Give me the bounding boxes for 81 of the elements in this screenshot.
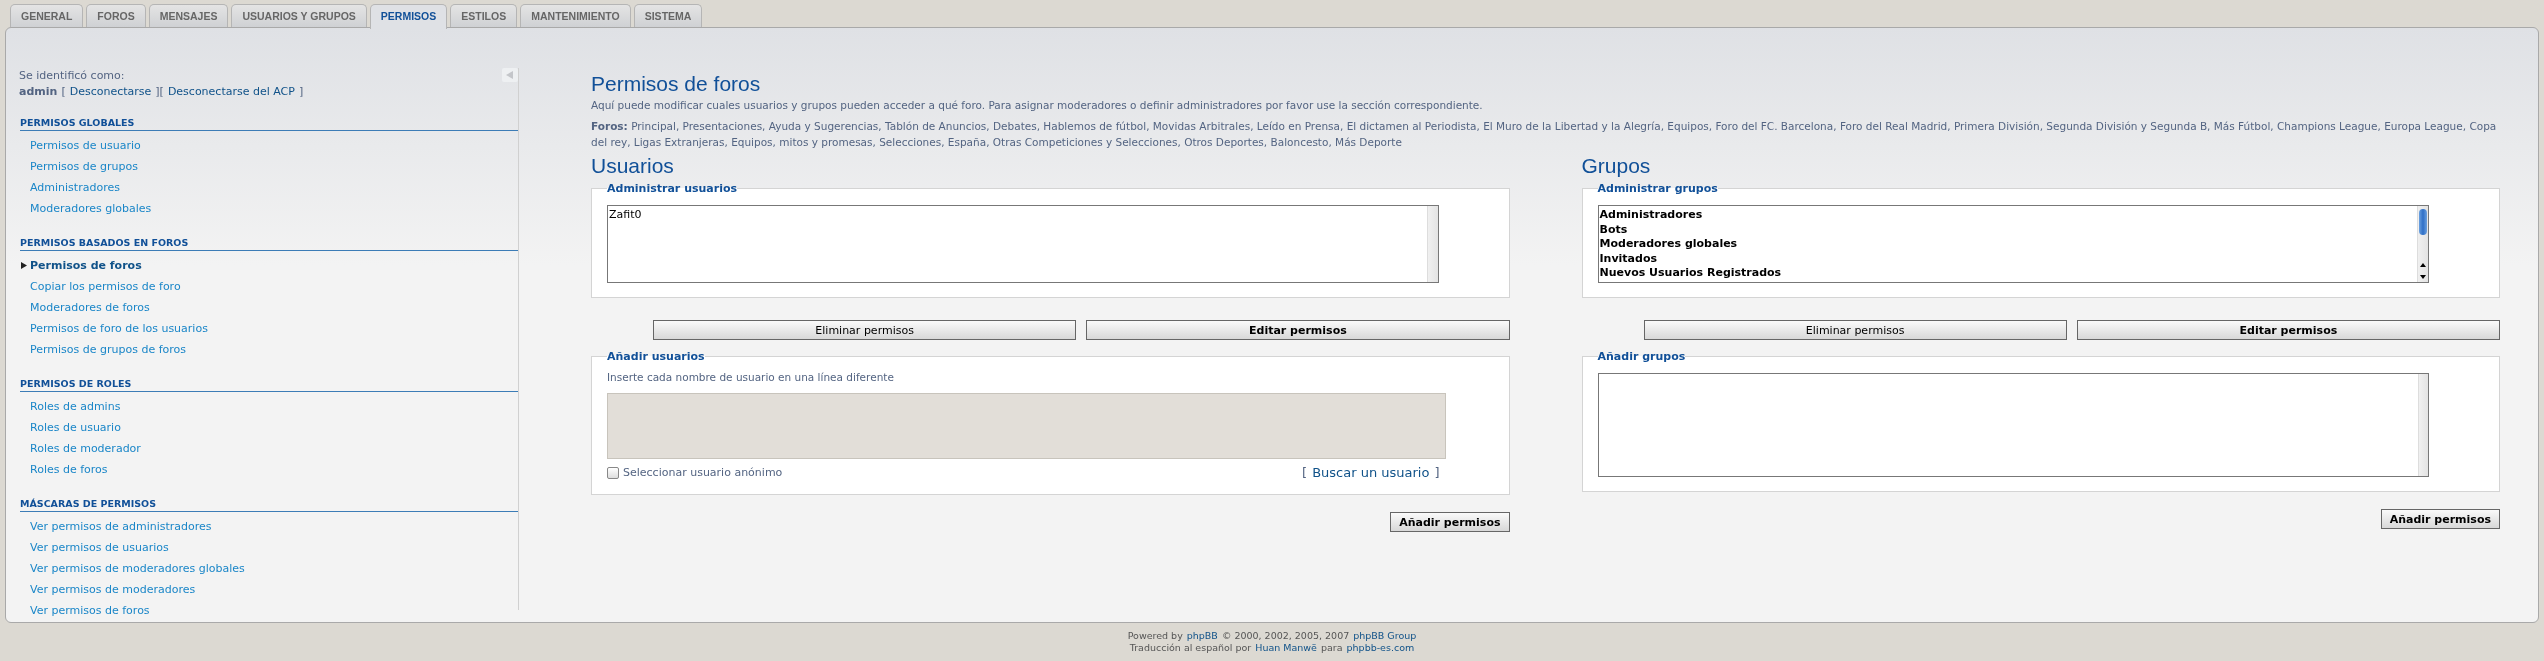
panel-legend: Añadir grupos — [1597, 350, 1686, 363]
scroll-down-icon[interactable] — [2420, 274, 2426, 280]
list-option[interactable]: Invitados — [1599, 251, 2416, 266]
bracket-text: ][ — [155, 84, 164, 99]
list-option[interactable]: Nuevos Usuarios Registrados — [1599, 266, 2416, 281]
menu-section-title: PERMISOS GLOBALES — [20, 117, 518, 131]
list-box[interactable]: Zafit0 — [607, 205, 1439, 283]
list-option[interactable]: Bots — [1599, 222, 2416, 237]
panel-legend: Administrar grupos — [1597, 182, 1718, 195]
forums-list: Foros: Principal, Presentaciones, Ayuda y Sugerencias, Tablón de Anuncios, Debates, Hablemos de fútbol, Movidas Arbitrales, Leído en Prensa, El dictamen al Periodista, El Muro de la Libertad y la Alegría, Equipos, Foro del FC. Barcelona, Foro del Real Madrid, Primera División, Segunda División y Segunda B, Más Fútbol, Champions League, Europa League, Copa del rey, Ligas Extranjeras, Equipos, mitos y promesas, Selecciones, España, Otras Competiciones y Selecciones, Otros Deportes, Baloncesto, Más Deporte — [591, 118, 2500, 150]
bracket-text: ] — [1434, 465, 1440, 480]
find-user-link[interactable]: Buscar un usuario — [1312, 465, 1430, 480]
list-box[interactable]: Administradores Bots Moderadores globales Invitados Nuevos Usuarios Registrados — [1597, 205, 2429, 283]
menu-section-title: MÁSCARAS DE PERMISOS — [20, 498, 518, 512]
remove-permissions-button[interactable]: Eliminar permisos — [1643, 320, 2067, 340]
menu-link[interactable]: Permisos de usuario — [30, 139, 141, 152]
logout-link[interactable]: Desconectarse del ACP — [167, 84, 295, 99]
bracket-text: ] — [298, 84, 304, 99]
menu-link[interactable]: Permisos de foros — [30, 259, 142, 272]
menu-link[interactable]: Permisos de foro de los usuarios — [30, 322, 208, 335]
menu-link[interactable]: Moderadores globales — [30, 202, 152, 215]
page-title: Permisos de foros — [591, 72, 762, 96]
menu-link[interactable]: Ver permisos de moderadores globales — [30, 562, 245, 575]
bracket-text: [ — [1302, 465, 1308, 480]
nav-tab[interactable]: MENSAJES — [148, 4, 229, 27]
page-description: Aquí puede modificar cuales usuarios y grupos pueden acceder a qué foro. Para asignar moderadores o definir administradores por favor use la sección correspondiente. — [591, 98, 1484, 112]
bracket-text: [ — [61, 84, 66, 99]
nav-tab[interactable]: PERMISOS — [369, 4, 448, 29]
footer-link[interactable]: phpBB Group — [1353, 630, 1417, 642]
panel-legend: Administrar usuarios — [607, 182, 738, 195]
footer-link[interactable]: phpbb-es.com — [1346, 642, 1415, 654]
usernames-input[interactable] — [607, 393, 1446, 459]
list-option[interactable]: Zafit0 — [609, 208, 1426, 223]
footer-text: Powered by — [1127, 630, 1183, 642]
scrollbar[interactable] — [1426, 206, 1438, 282]
footer-link[interactable]: phpBB — [1186, 630, 1218, 642]
list-option[interactable]: Administradores — [1599, 208, 2416, 223]
username: admin — [19, 84, 58, 99]
edit-permissions-button[interactable]: Editar permisos — [2076, 320, 2500, 340]
identified-label: Se identificó como: — [18, 68, 125, 84]
logout-link[interactable]: Desconectarse — [69, 84, 152, 99]
arrow-icon — [21, 262, 27, 269]
nav-tab[interactable]: USUARIOS Y GRUPOS — [231, 4, 367, 27]
menu-link[interactable]: Roles de moderador — [30, 442, 141, 455]
footer-link[interactable]: Huan Manwë — [1255, 642, 1317, 654]
menu-link[interactable]: Ver permisos de foros — [30, 604, 150, 617]
nav-tab[interactable]: MANTENIMIENTO — [520, 4, 631, 27]
menu-section-title: PERMISOS DE ROLES — [20, 378, 518, 392]
menu-link[interactable]: Permisos de grupos de foros — [30, 343, 187, 356]
nav-tab[interactable]: FOROS — [86, 4, 146, 27]
list-option[interactable]: Moderadores globales — [1599, 237, 2416, 252]
scroll-up-icon[interactable] — [2420, 262, 2426, 268]
menu-link[interactable]: Administradores — [30, 181, 120, 194]
menu-link[interactable]: Roles de usuario — [30, 421, 121, 434]
menu-link[interactable]: Copiar los permisos de foro — [30, 280, 181, 293]
footer-text: para — [1320, 642, 1343, 654]
section-heading: Grupos — [1581, 154, 1652, 178]
groups-list-box[interactable] — [1597, 373, 2429, 477]
footer-text: Traducción al español por — [1129, 642, 1252, 654]
nav-tab[interactable]: GENERAL — [10, 4, 84, 27]
menu-link[interactable]: Permisos de grupos — [30, 160, 138, 173]
nav-tab[interactable]: ESTILOS — [450, 4, 518, 27]
checkbox-label: Seleccionar usuario anónimo — [623, 466, 783, 479]
menu-section-title: PERMISOS BASADOS EN FOROS — [20, 237, 518, 251]
menu-link[interactable]: Roles de admins — [30, 400, 121, 413]
remove-permissions-button[interactable]: Eliminar permisos — [653, 320, 1077, 340]
menu-link[interactable]: Ver permisos de administradores — [30, 520, 212, 533]
menu-link[interactable]: Ver permisos de usuarios — [30, 541, 169, 554]
nav-tab[interactable]: SISTEMA — [633, 4, 703, 27]
menu-link[interactable]: Ver permisos de moderadores — [30, 583, 196, 596]
hint-text: Inserte cada nombre de usuario en una línea diferente — [607, 371, 895, 383]
checkbox[interactable] — [607, 466, 619, 479]
menu-link[interactable]: Moderadores de foros — [30, 301, 150, 314]
add-permissions-button[interactable]: Añadir permisos — [2380, 509, 2500, 529]
section-heading: Usuarios — [591, 154, 675, 178]
edit-permissions-button[interactable]: Editar permisos — [1086, 320, 1510, 340]
panel-legend: Añadir usuarios — [607, 350, 705, 363]
scrollbar[interactable] — [2417, 206, 2428, 282]
add-permissions-button[interactable]: Añadir permisos — [1390, 512, 1510, 532]
menu-link[interactable]: Roles de foros — [30, 463, 108, 476]
footer-text: © 2000, 2002, 2005, 2007 — [1221, 630, 1350, 642]
